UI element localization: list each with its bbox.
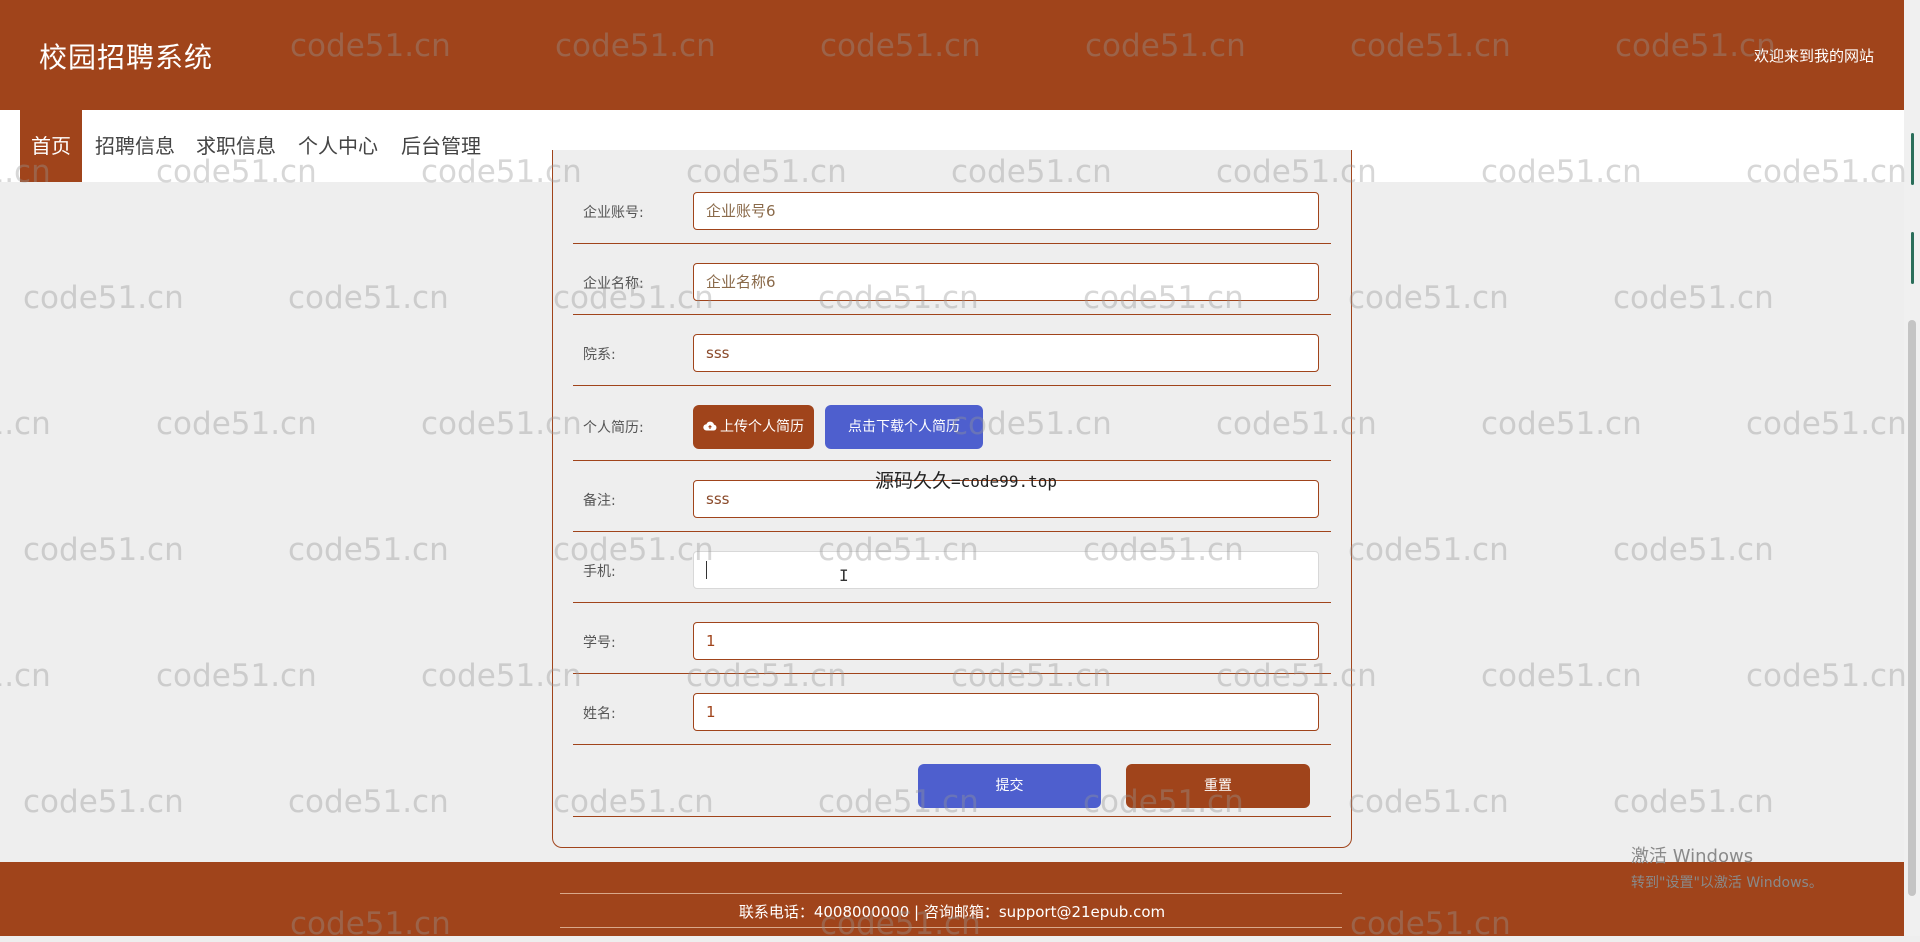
site-title: 校园招聘系统 [39,41,214,74]
overlay-watermark-text: 源码久久=code99.top [875,470,1057,492]
footer-contact: 联系电话：4008000000 | 咨询邮箱：support@21epub.co… [738,903,1166,921]
remark-label: 备注: [583,493,616,509]
scrollbar-marker [1911,232,1914,284]
student-id-label: 学号: [583,635,616,651]
department-input[interactable]: sss [693,334,1319,372]
scrollbar-marker [1911,133,1914,185]
nav-item-admin[interactable]: 后台管理 [390,110,492,182]
form-row-student-id: 学号: 1 [573,602,1331,674]
scrollbar-thumb[interactable] [1908,320,1916,896]
nav-item-personal-center[interactable]: 个人中心 [287,110,389,182]
nav-item-recruitment[interactable]: 招聘信息 [84,110,186,182]
form-card: 企业账号: 企业账号6 企业名称: 企业名称6 院系: sss 个人简历: 上传… [552,150,1352,848]
form-row-name: 姓名: 1 [573,673,1331,745]
company-account-input[interactable]: 企业账号6 [693,192,1319,230]
nav-item-home[interactable]: 首页 [20,110,82,182]
upload-resume-label: 上传个人简历 [720,419,804,435]
download-resume-button[interactable]: 点击下载个人简历 [825,405,983,449]
windows-activation-hint: 转到"设置"以激活 Windows。 [1631,875,1823,891]
company-name-input[interactable]: 企业名称6 [693,263,1319,301]
footer-divider-top [560,893,1342,894]
upload-resume-button[interactable]: 上传个人简历 [693,405,814,449]
name-input[interactable]: 1 [693,693,1319,731]
header: 校园招聘系统 欢迎来到我的网站 [0,0,1904,110]
form-row-department: 院系: sss [573,314,1331,386]
company-account-label: 企业账号: [583,205,644,221]
windows-activation-title: 激活 Windows [1631,846,1754,867]
form-row-company-name: 企业名称: 企业名称6 [573,243,1331,315]
footer: 联系电话：4008000000 | 咨询邮箱：support@21epub.co… [0,862,1904,936]
form-row-phone: 手机: [573,531,1331,603]
reset-button[interactable]: 重置 [1126,764,1310,808]
phone-input[interactable] [693,551,1319,589]
student-id-input[interactable]: 1 [693,622,1319,660]
nav-item-job-seeking[interactable]: 求职信息 [185,110,287,182]
form-row-resume: 个人简历: 上传个人简历 点击下载个人简历 [573,385,1331,461]
phone-label: 手机: [583,564,616,580]
resume-label: 个人简历: [583,420,644,436]
company-name-label: 企业名称: [583,276,644,292]
form-actions: 提交 重置 [573,744,1331,817]
text-caret [706,561,707,579]
text-cursor-icon: I [839,566,849,585]
page: 校园招聘系统 欢迎来到我的网站 首页 招聘信息 求职信息 个人中心 后台管理 企… [0,0,1904,936]
submit-button[interactable]: 提交 [918,764,1101,808]
welcome-text: 欢迎来到我的网站 [1753,47,1874,65]
page-scrollbar[interactable] [1904,0,1920,936]
name-label: 姓名: [583,706,616,722]
form-row-company-account: 企业账号: 企业账号6 [573,150,1331,244]
windows-activation-notice: 激活 Windows 转到"设置"以激活 Windows。 [1631,842,1823,892]
department-label: 院系: [583,347,616,363]
cloud-upload-icon [703,421,717,431]
footer-divider-bottom [560,927,1342,928]
